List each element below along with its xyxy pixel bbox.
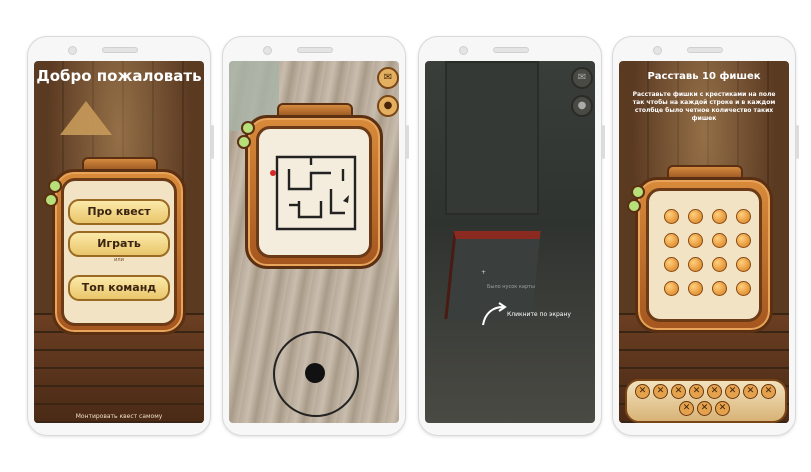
joystick-ring[interactable] xyxy=(273,331,359,417)
mail-icon[interactable]: ✉ xyxy=(571,67,593,89)
board-chip[interactable] xyxy=(736,281,751,296)
board-chip[interactable] xyxy=(712,209,727,224)
puzzle-instructions: Расставьте фишки с крестиками на поле та… xyxy=(632,91,776,122)
phone-frame-2: ✉ ● xyxy=(222,36,409,436)
camera-icon xyxy=(459,46,468,55)
board-chip[interactable] xyxy=(688,233,703,248)
board-chip[interactable] xyxy=(664,233,679,248)
side-button xyxy=(211,125,214,159)
x-chip[interactable]: ✕ xyxy=(743,384,758,399)
board-chip[interactable] xyxy=(736,233,751,248)
board-chip[interactable] xyxy=(688,209,703,224)
x-chip[interactable]: ✕ xyxy=(761,384,776,399)
x-chip[interactable]: ✕ xyxy=(725,384,740,399)
board-chip[interactable] xyxy=(664,209,679,224)
door-background xyxy=(445,61,539,215)
maze-screen: ✉ ● xyxy=(229,61,399,423)
camera-icon xyxy=(263,46,272,55)
board-chip[interactable] xyxy=(712,281,727,296)
phone-frame-1: Добро пожаловать Про квест Играть или То… xyxy=(27,36,214,436)
location-pin-icon[interactable]: ● xyxy=(377,95,399,117)
play-button[interactable]: Играть xyxy=(68,231,170,257)
side-button xyxy=(406,125,409,159)
board-chip[interactable] xyxy=(664,257,679,272)
steampunk-device xyxy=(245,115,383,269)
chips-puzzle-screen: Расставь 10 фишек Расставьте фишки с кре… xyxy=(619,61,789,423)
side-button xyxy=(796,125,799,159)
gauge-icon xyxy=(241,121,255,135)
side-button xyxy=(602,125,605,159)
player-dot xyxy=(270,170,276,176)
tap-arrow-icon xyxy=(482,302,507,326)
x-chip[interactable]: ✕ xyxy=(707,384,722,399)
x-chip[interactable]: ✕ xyxy=(689,384,704,399)
ar-screen: ✉ ● + Было нусок карты Кликните по экран… xyxy=(425,61,595,423)
goal-arrow-icon xyxy=(343,195,349,203)
speaker-grille xyxy=(297,47,333,53)
speaker-grille xyxy=(102,47,138,53)
phone-frame-4: Расставь 10 фишек Расставьте фишки с кре… xyxy=(612,36,799,436)
phone-frame-3: ✉ ● + Было нусок карты Кликните по экран… xyxy=(418,36,605,436)
top-teams-button[interactable]: Топ команд xyxy=(68,275,170,301)
x-chip[interactable]: ✕ xyxy=(679,401,694,416)
joystick-knob[interactable] xyxy=(305,363,325,383)
board-chip[interactable] xyxy=(688,281,703,296)
maze-panel xyxy=(256,126,372,258)
puzzle-title: Расставь 10 фишек xyxy=(647,71,761,82)
board-chip[interactable] xyxy=(664,281,679,296)
gauge-icon xyxy=(44,193,58,207)
ar-hint-label: Было нусок карты xyxy=(487,284,535,290)
board-chip[interactable] xyxy=(712,233,727,248)
camera-icon xyxy=(653,46,662,55)
about-quest-button[interactable]: Про квест xyxy=(68,199,170,225)
x-chip[interactable]: ✕ xyxy=(697,401,712,416)
gauge-icon xyxy=(627,199,641,213)
footer-link[interactable]: Монтировать квест самому xyxy=(34,413,204,420)
speaker-grille xyxy=(687,47,723,53)
divider-label: или xyxy=(114,257,124,263)
board-chip[interactable] xyxy=(736,209,751,224)
gauge-icon xyxy=(237,135,251,149)
lamp-icon xyxy=(60,101,112,135)
x-chip[interactable]: ✕ xyxy=(715,401,730,416)
board-chip[interactable] xyxy=(736,257,751,272)
x-chip[interactable]: ✕ xyxy=(653,384,668,399)
location-pin-icon[interactable]: ● xyxy=(571,95,593,117)
x-chip[interactable]: ✕ xyxy=(635,384,650,399)
mail-icon[interactable]: ✉ xyxy=(377,67,399,89)
tap-hint-label: Кликните по экрану xyxy=(507,311,571,318)
crosshair-icon: + xyxy=(481,269,487,276)
speaker-grille xyxy=(493,47,529,53)
maze-graphic xyxy=(270,155,357,231)
board-chip[interactable] xyxy=(712,257,727,272)
camera-icon xyxy=(68,46,77,55)
steampunk-device xyxy=(635,177,773,333)
board-chip[interactable] xyxy=(688,257,703,272)
welcome-screen: Добро пожаловать Про квест Играть или То… xyxy=(34,61,204,423)
gauge-icon xyxy=(631,185,645,199)
page-title: Добро пожаловать xyxy=(36,67,202,85)
gauge-icon xyxy=(48,179,62,193)
x-chip[interactable]: ✕ xyxy=(671,384,686,399)
